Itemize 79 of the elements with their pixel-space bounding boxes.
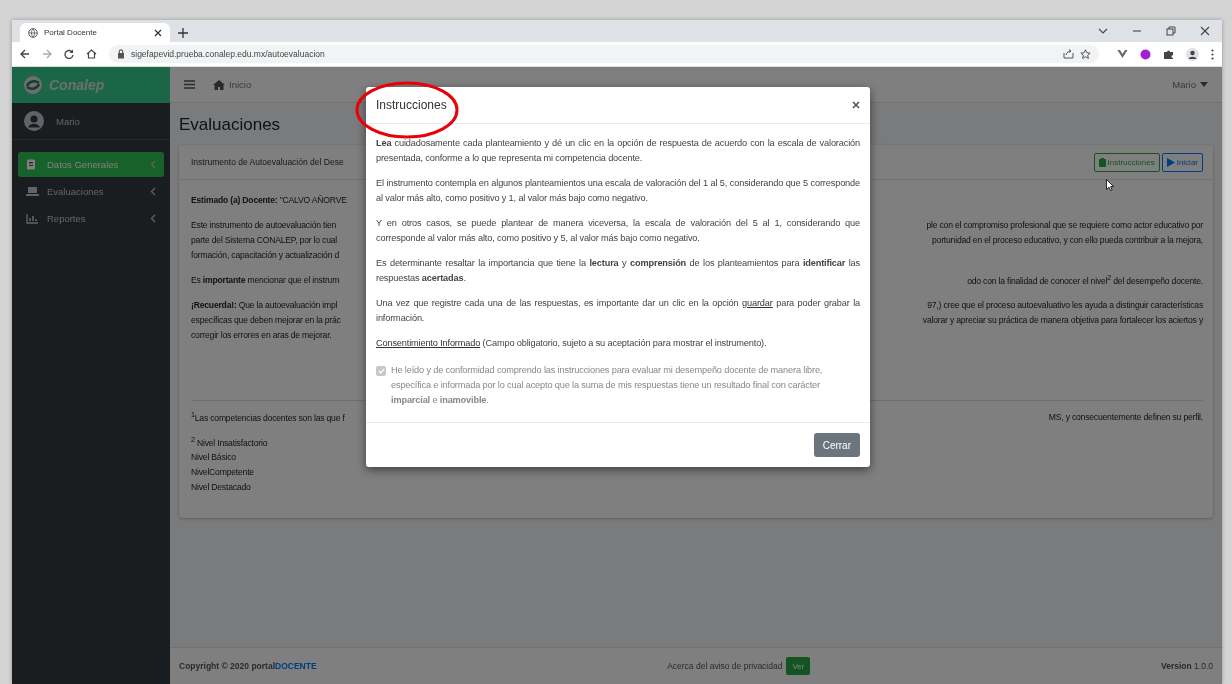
chevron-left-icon (150, 160, 156, 169)
close-button[interactable]: Cerrar (813, 433, 860, 457)
instruction-paragraph: Es determinante resaltar la importancia que tiene la lectura y comprensión de los planteamientos para identificar las respuestas acertadas. (376, 257, 860, 285)
text-line: valorar y apreciar su práctica de manera objetiva para fortalecer los aciertos y (922, 314, 1203, 325)
play-icon (1166, 157, 1175, 167)
privacy-text: Acerca del aviso de privacidad (667, 661, 783, 671)
text-line: 97,) cree que el proceso autoevaluativo les ayuda a distinguir características (927, 299, 1203, 310)
text-line: $^{1}$Las competencias docentes son las que f (191, 410, 346, 423)
text-line: Nivel Básico (191, 451, 237, 462)
menu-icon[interactable] (184, 80, 195, 89)
text-link[interactable]: DOCENTE (275, 661, 317, 671)
text-line: NivelCompetente (191, 466, 255, 477)
text-line: Este instrumento de autoevaluación tien (191, 219, 338, 230)
close-icon[interactable] (852, 101, 860, 109)
cursor-icon (1106, 179, 1114, 191)
close-icon[interactable] (154, 28, 162, 37)
modal-title: Instrucciones (376, 98, 447, 112)
text-line: corregir los errores en aras de mejorar. (191, 329, 333, 340)
text-line: Es importante mencionar que el instrum (191, 274, 341, 285)
text-line: específicas que deben mejorar en la prác (191, 314, 342, 325)
browser-tab[interactable]: Portal Docente (20, 23, 170, 42)
view-button[interactable]: Ver (786, 657, 811, 675)
profile-icon[interactable] (1186, 47, 1199, 61)
chevron-left-icon (150, 214, 156, 223)
globe-icon (28, 27, 38, 38)
url-text: sigefapevid.prueba.conalep.edu.mx/autoevaluacion (131, 49, 325, 59)
user-name[interactable]: Mario (56, 115, 80, 127)
instructions-button[interactable]: Instrucciones (1093, 152, 1160, 172)
share-icon[interactable] (1063, 49, 1074, 59)
home-icon (213, 79, 225, 90)
text-link[interactable]: guardar (742, 298, 773, 308)
version-text: Version 1.0.0 (1161, 661, 1213, 671)
back-arrow-icon[interactable] (20, 49, 30, 59)
bar-chart-icon (26, 213, 39, 224)
swirl-logo-icon (23, 75, 43, 95)
text-line: MS, y consecuentemente definen su perfil. (1048, 411, 1203, 422)
text-line: Estimado (a) Docente: "CALVO AÑORVE (191, 194, 348, 205)
laptop-icon (26, 186, 39, 197)
home-icon[interactable] (86, 49, 97, 59)
round-extension-icon[interactable] (1140, 48, 1151, 60)
instruction-paragraph: Y en otros casos, se puede plantear de manera viceversa, la escala de valoración del 5 al 1, considerando que corresponde al valor más alto, como positivo y 5, al valor más bajo como negativo. (376, 217, 860, 245)
text-line: ple con el compromiso profesional que se requiere como actor educativo por (926, 219, 1203, 230)
text-line: parte del Sistema CONALEP, por lo cual (191, 234, 339, 245)
star-icon[interactable] (1080, 48, 1091, 60)
restore-icon[interactable] (1166, 26, 1176, 36)
clipboard-icon (1098, 157, 1106, 167)
sidebar-item[interactable]: Datos Generales (18, 152, 164, 177)
text-line: formación, capacitación y actualización d (191, 249, 340, 260)
text-line: odo con la finalidad de conocer el nivel$^{2}$ del desempeño docente. (967, 273, 1203, 286)
consent-label: He leído y de conformidad comprendo las instrucciones para evaluar mi desempeño docente de manera libre, específica e informada por lo cual acepto que la suma de mis respuestas tiene un resultado final con carácter imparcial e inamovible. (391, 364, 824, 407)
start-button[interactable]: Iniciar (1161, 152, 1203, 172)
card-title: Instrumento de Autoevaluación del Dese (191, 157, 344, 167)
text-line: $^{2}$ Nivel Insatisfactorio (191, 435, 269, 448)
page-title: Evaluaciones (179, 115, 282, 135)
sidebar-item[interactable]: Reportes (18, 206, 164, 231)
chevron-left-icon (150, 187, 156, 196)
avatar-icon (24, 111, 44, 131)
v-shaped-extension-icon[interactable] (1117, 49, 1128, 59)
reload-icon[interactable] (64, 49, 74, 59)
brand-name: Conalep (49, 77, 105, 93)
chevron-down-icon[interactable] (1098, 28, 1108, 34)
lock-icon (117, 49, 125, 59)
instruction-paragraph: Lea cuidadosamente cada planteamiento y dé un clic en la opción de respuesta de acuerdo con la escala de valoración presentada, conforme a lo que representa mi competencia docente. (376, 137, 860, 165)
menu-dots-icon[interactable] (1211, 48, 1214, 60)
puzzle-icon[interactable] (1163, 48, 1174, 60)
close-icon[interactable] (1200, 26, 1210, 36)
instruction-paragraph: Una vez que registre cada una de las respuestas, es importante dar un clic en la opción guardar para poder grabar la información. (376, 297, 860, 325)
copyright-text: Copyright © 2020 portalDOCENTE (179, 661, 317, 671)
user-menu[interactable]: Mario (1172, 79, 1208, 90)
instruction-paragraph: Consentimiento Informado (Campo obligatorio, sujeto a su aceptación para mostrar el instrumento). (376, 337, 768, 350)
text-line: ¡Recuerda!: Que la autoevaluación impl (191, 299, 339, 310)
address-bar[interactable]: sigefapevid.prueba.conalep.edu.mx/autoevaluacion (109, 45, 1099, 63)
sidebar-item[interactable]: Evaluaciones (18, 179, 164, 204)
home-link[interactable]: Inicio (213, 79, 252, 90)
instruction-paragraph: El instrumento contempla en algunos planteamientos una escala de valoración del 1 al 5, considerando que 5 corresponde al valor más alto, como positivo y 1, al valor más bajo como negativo. (376, 177, 860, 205)
text-line: Nivel Destacado (191, 481, 252, 492)
caret-icon (1200, 82, 1208, 87)
text-link[interactable]: Consentimiento Informado (376, 338, 481, 348)
text-line: portunidad en el proceso educativo, y con ello pueda contribuir a la mejora, (932, 234, 1203, 245)
